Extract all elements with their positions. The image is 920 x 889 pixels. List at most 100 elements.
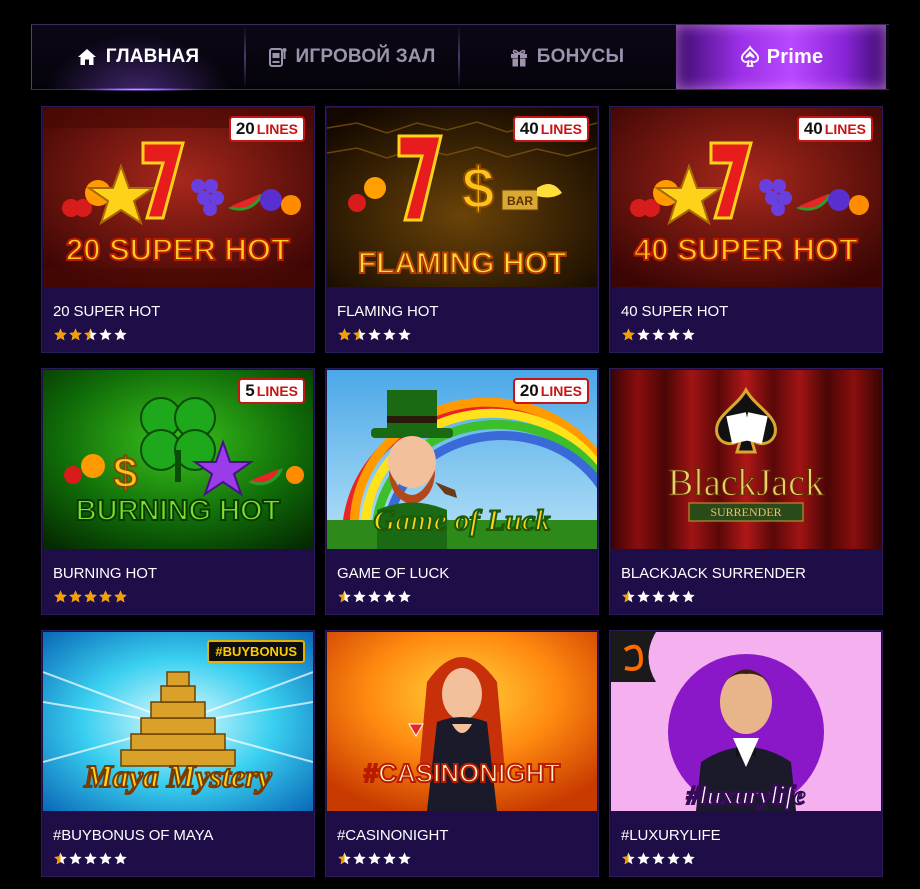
svg-text:$: $ (462, 156, 494, 221)
game-thumbnail[interactable]: 20 SUPER HOT 20 LINES (43, 108, 313, 287)
game-thumbnail[interactable]: $ BAR FLAMING HOT 40 LINES (327, 108, 597, 287)
star-icon (652, 590, 665, 603)
star-icon (652, 852, 665, 865)
game-title: BURNING HOT (53, 565, 157, 582)
star-icon (383, 852, 396, 865)
badge-unit: LINES (256, 383, 298, 399)
game-thumbnail[interactable]: Game of Luck 20 LINES (327, 370, 597, 549)
svg-text:BAR: BAR (507, 194, 533, 208)
art-subtitle: SURRENDER (710, 505, 781, 519)
lines-badge: 5 LINES (238, 378, 305, 404)
art-title: Game of Luck (374, 504, 551, 537)
star-icon (622, 590, 635, 603)
star-rating (54, 590, 127, 603)
star-rating (338, 590, 411, 603)
game-card-20-super-hot[interactable]: 20 SUPER HOT 20 LINES 20 SUPER HOT (41, 106, 315, 353)
star-rating (622, 328, 695, 341)
art-title: BURNING HOT (76, 495, 281, 527)
star-icon (99, 590, 112, 603)
lines-badge: 20 LINES (228, 116, 305, 142)
star-icon (114, 328, 127, 341)
game-thumbnail[interactable]: #luxurylife (611, 632, 881, 811)
star-rating (54, 328, 127, 341)
star-rating (622, 590, 695, 603)
star-icon (368, 852, 381, 865)
star-icon (69, 590, 82, 603)
star-rating (338, 852, 411, 865)
star-icon (54, 852, 67, 865)
star-icon (637, 852, 650, 865)
star-icon (84, 852, 97, 865)
star-icon (353, 328, 366, 341)
lines-badge: 40 LINES (512, 116, 589, 142)
nav-home[interactable]: ГЛАВНАЯ (31, 25, 244, 91)
star-icon (353, 852, 366, 865)
nav-prime[interactable]: Prime (676, 25, 886, 89)
badge-count: 20 (519, 381, 539, 400)
star-icon (652, 328, 665, 341)
badge-count: 40 (803, 119, 823, 138)
game-thumbnail[interactable]: $ BURNING HOT 5 LINES (43, 370, 313, 549)
star-icon (667, 852, 680, 865)
art-title: Maya Mystery (83, 758, 272, 794)
game-card-burning-hot[interactable]: $ BURNING HOT 5 LINES BURNING HOT (41, 368, 315, 615)
star-icon (398, 590, 411, 603)
star-icon (682, 852, 695, 865)
lines-badge: 20 LINES (512, 378, 589, 404)
star-icon (54, 328, 67, 341)
game-thumbnail[interactable]: #CASINONIGHT (327, 632, 597, 811)
nav-game-hall[interactable]: ИГРОВОЙ ЗАЛ (246, 25, 458, 89)
game-card-blackjack-surrender[interactable]: BlackJack SURRENDER BLACKJACK SURRENDER (609, 368, 883, 615)
game-card-flaming-hot[interactable]: $ BAR FLAMING HOT 40 LINES FLAMING HOT (325, 106, 599, 353)
game-card-casinonight[interactable]: #CASINONIGHT #CASINONIGHT (325, 630, 599, 877)
game-card-game-of-luck[interactable]: Game of Luck 20 LINES GAME OF LUCK (325, 368, 599, 615)
star-icon (667, 328, 680, 341)
star-icon (667, 590, 680, 603)
home-icon (77, 48, 97, 66)
game-card-luxurylife[interactable]: #luxurylife #LUXURYLIFE (609, 630, 883, 877)
nav-bonuses[interactable]: БОНУСЫ (460, 25, 674, 89)
game-title: GAME OF LUCK (337, 565, 450, 582)
game-card-40-super-hot[interactable]: 40 SUPER HOT 40 LINES 40 SUPER HOT (609, 106, 883, 353)
nav-bonuses-label: БОНУСЫ (536, 46, 625, 67)
game-title: FLAMING HOT (337, 303, 439, 320)
star-icon (398, 328, 411, 341)
star-icon (353, 590, 366, 603)
star-icon (368, 328, 381, 341)
star-icon (338, 590, 351, 603)
game-card-buybonus-of-maya[interactable]: Maya Mystery #BUYBONUS #BUYBONUS OF MAYA (41, 630, 315, 877)
badge-count: 40 (519, 119, 539, 138)
star-icon (69, 328, 82, 341)
art-title: BlackJack (668, 462, 824, 504)
nav-game-hall-label: ИГРОВОЙ ЗАЛ (295, 46, 436, 67)
game-thumbnail[interactable]: 40 SUPER HOT 40 LINES (611, 108, 881, 287)
game-thumbnail[interactable]: BlackJack SURRENDER (611, 370, 881, 549)
game-title: 20 SUPER HOT (53, 303, 161, 320)
game-title: 40 SUPER HOT (621, 303, 729, 320)
game-thumbnail[interactable]: Maya Mystery #BUYBONUS (43, 632, 313, 811)
star-icon (114, 590, 127, 603)
star-icon (637, 590, 650, 603)
star-icon (622, 852, 635, 865)
star-icon (383, 590, 396, 603)
star-icon (84, 328, 97, 341)
star-icon (338, 328, 351, 341)
badge-unit: LINES (540, 121, 582, 137)
star-icon (338, 852, 351, 865)
star-rating (54, 852, 127, 865)
star-icon (398, 852, 411, 865)
star-rating (338, 328, 411, 341)
star-icon (637, 328, 650, 341)
star-icon (383, 328, 396, 341)
art-title: 40 SUPER HOT (634, 232, 858, 267)
buybonus-badge: #BUYBONUS (207, 640, 305, 663)
art-title: 20 SUPER HOT (66, 232, 290, 267)
game-title: BLACKJACK SURRENDER (621, 565, 806, 582)
badge-unit: LINES (256, 121, 298, 137)
star-icon (99, 328, 112, 341)
nav-home-label: ГЛАВНАЯ (105, 46, 200, 67)
star-icon (99, 852, 112, 865)
star-icon (368, 590, 381, 603)
badge-unit: LINES (824, 121, 866, 137)
star-rating (622, 852, 695, 865)
